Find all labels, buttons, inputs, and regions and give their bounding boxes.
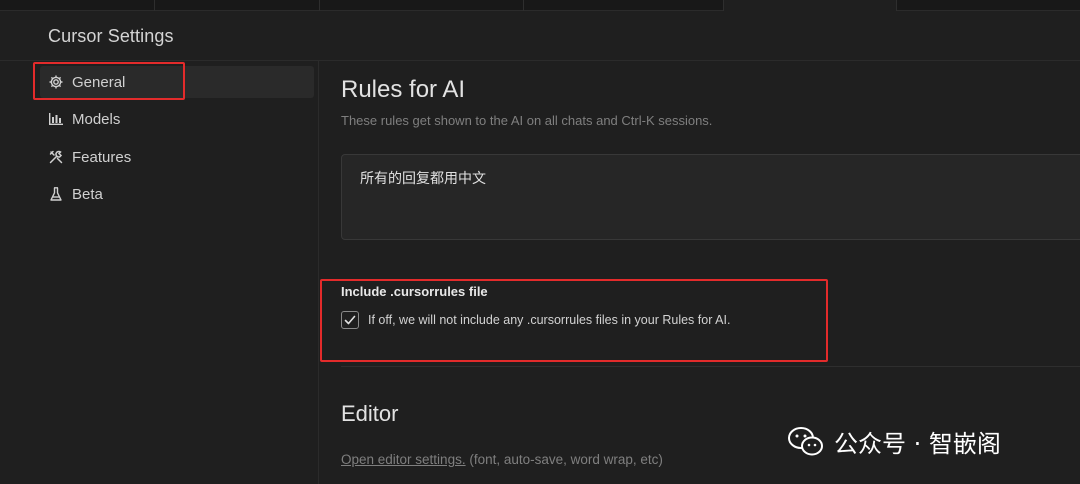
editor-tab[interactable] (897, 0, 1080, 11)
cursorrules-checkbox[interactable] (341, 311, 359, 329)
watermark: 公众号 · 智嵌阁 (786, 424, 1001, 459)
settings-sidebar: General Models Features Beta (0, 61, 319, 484)
editor-tab-active[interactable] (724, 0, 897, 11)
settings-title: Cursor Settings (48, 26, 174, 46)
sidebar-item-general[interactable]: General (40, 66, 314, 98)
checkmark-icon (344, 315, 356, 325)
wechat-icon (788, 426, 823, 455)
cursorrules-option: If off, we will not include any .cursorr… (341, 311, 730, 329)
sidebar-item-label: Models (72, 110, 121, 128)
section-divider (341, 366, 1080, 367)
sidebar-item-label: Beta (72, 185, 103, 203)
rules-title: Rules for AI (341, 76, 466, 103)
bar-chart-icon (48, 111, 64, 127)
sidebar-item-beta[interactable]: Beta (40, 178, 314, 210)
tools-icon (48, 149, 64, 165)
editor-tab[interactable] (320, 0, 524, 11)
tab-strip (0, 0, 1080, 11)
gear-icon (48, 74, 64, 90)
cursorrules-title: Include .cursorrules file (341, 284, 488, 299)
watermark-text: 公众号 · 智嵌阁 (834, 430, 1001, 458)
editor-title: Editor (341, 401, 399, 426)
sidebar-item-label: Features (72, 148, 132, 166)
sidebar-item-label: General (72, 73, 126, 91)
rules-description: These rules get shown to the AI on all c… (341, 113, 713, 128)
editor-tab[interactable] (524, 0, 724, 11)
settings-main: Rules for AI These rules get shown to th… (320, 61, 1080, 484)
editor-tab[interactable] (155, 0, 320, 11)
open-editor-settings-link[interactable]: Open editor settings. (341, 452, 466, 467)
sidebar-item-features[interactable]: Features (40, 141, 314, 173)
flask-icon (48, 186, 64, 202)
sidebar-item-models[interactable]: Models (40, 103, 314, 135)
cursorrules-checkbox-label: If off, we will not include any .cursorr… (368, 313, 731, 327)
editor-tab[interactable] (0, 0, 155, 11)
rules-textarea[interactable]: 所有的回复都用中文 (341, 154, 1080, 240)
editor-settings-hint: (font, auto-save, word wrap, etc) (465, 452, 663, 467)
editor-settings-row: Open editor settings. (font, auto-save, … (341, 452, 663, 467)
